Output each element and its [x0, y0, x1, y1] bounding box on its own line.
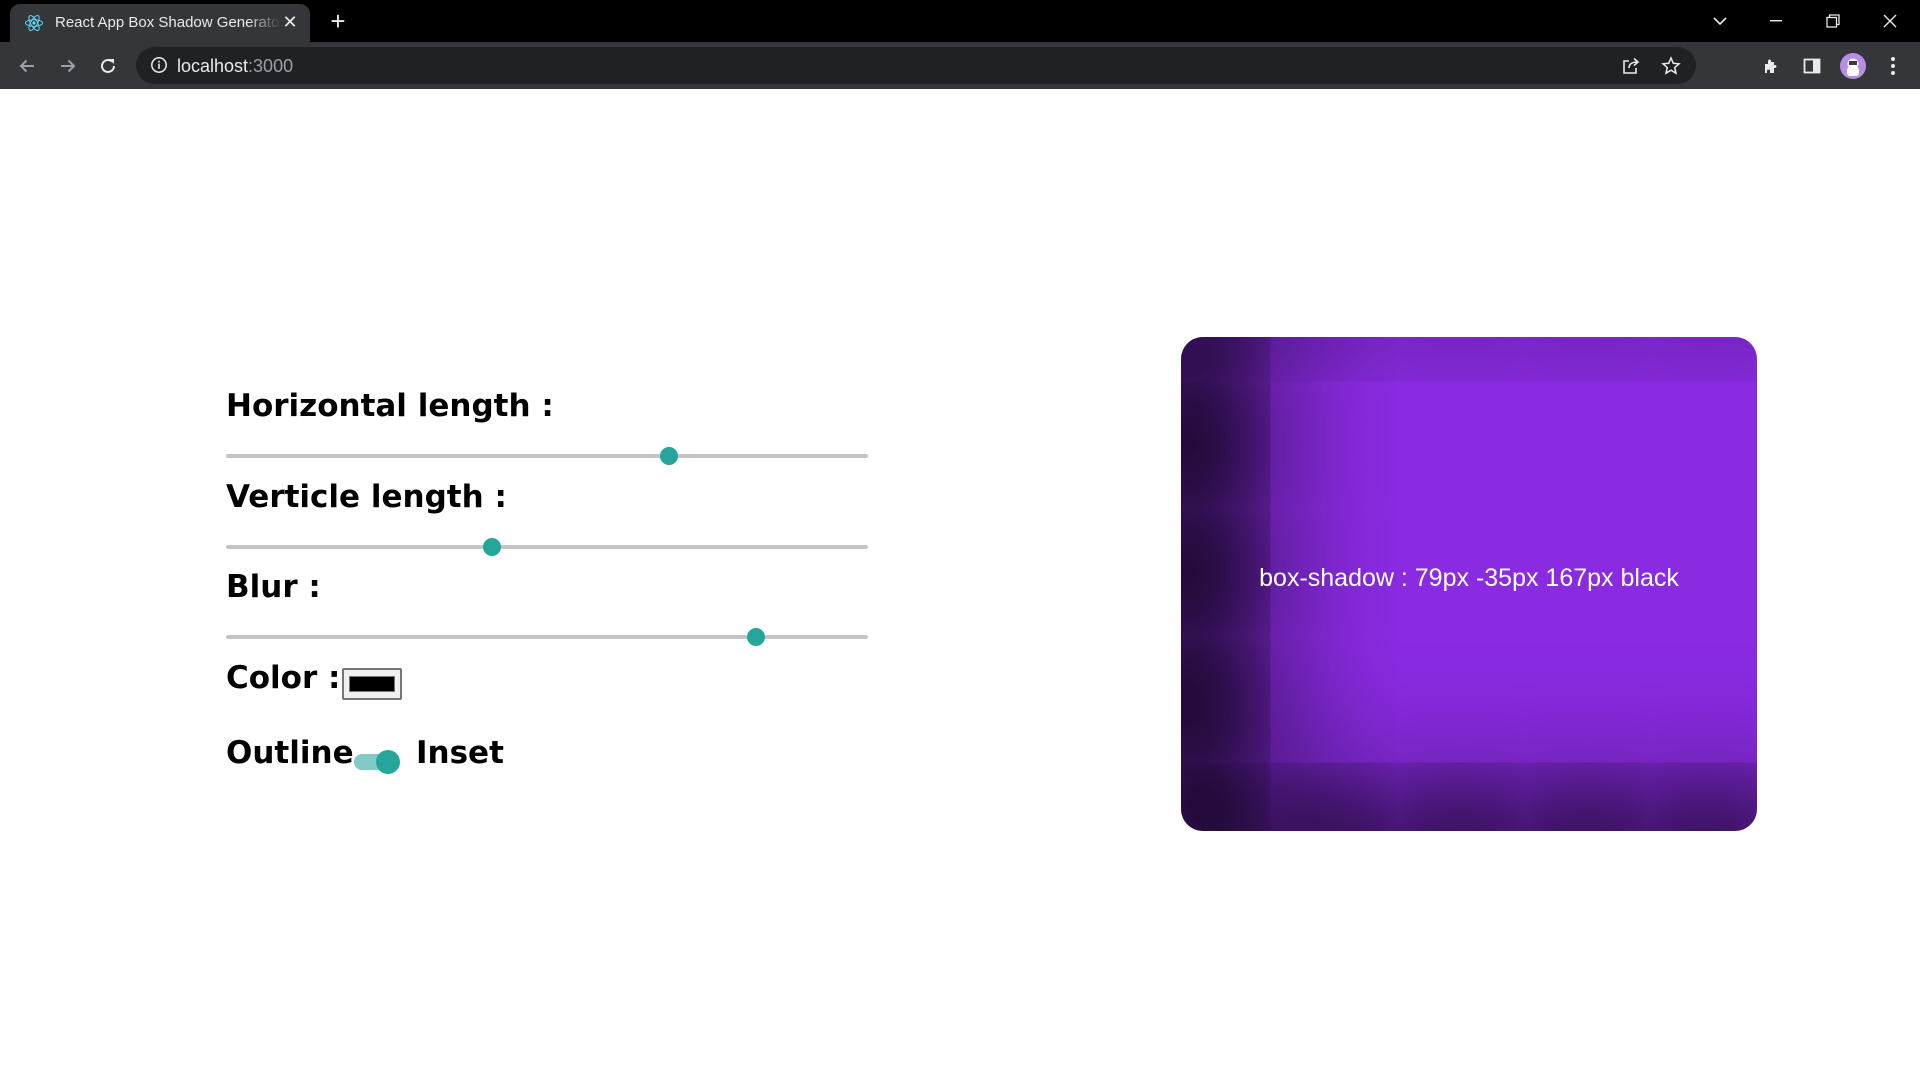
outline-label: Outline — [226, 735, 354, 771]
address-bar[interactable]: localhost:3000 — [136, 47, 1696, 84]
url-text[interactable]: localhost:3000 — [177, 56, 293, 77]
vertical-length-slider[interactable] — [226, 535, 868, 559]
react-icon — [25, 14, 43, 32]
browser-tab[interactable]: React App Box Shadow Generator ✕ — [10, 4, 310, 42]
browser-menu-icon[interactable] — [1881, 54, 1905, 78]
browser-tab-strip: React App Box Shadow Generator ✕ + — [0, 0, 1920, 42]
color-label: Color : — [226, 660, 341, 696]
extensions-icon[interactable] — [1760, 54, 1784, 78]
browser-toolbar: localhost:3000 — [0, 42, 1920, 89]
inset-label: Inset — [416, 735, 504, 771]
slider-rail — [226, 635, 868, 639]
tab-search-icon[interactable] — [1692, 0, 1748, 42]
back-arrow-icon[interactable] — [13, 52, 41, 80]
tab-title: React App Box Shadow Generator — [55, 14, 281, 31]
slider-thumb[interactable] — [746, 628, 765, 646]
shadow-color-picker[interactable] — [342, 668, 402, 700]
site-info-icon[interactable] — [150, 56, 168, 74]
close-tab-icon[interactable]: ✕ — [280, 13, 300, 33]
side-panel-icon[interactable] — [1800, 54, 1824, 78]
vertical-length-label: Verticle length : — [226, 479, 507, 515]
new-tab-button[interactable]: + — [324, 8, 352, 36]
reload-icon[interactable] — [94, 52, 122, 80]
minimize-icon[interactable] — [1748, 0, 1804, 42]
avatar-icon — [1847, 58, 1859, 76]
slider-rail — [226, 545, 868, 549]
horizontal-length-slider[interactable] — [226, 444, 868, 468]
shadow-preview-box: box-shadow : 79px -35px 167px black — [1181, 337, 1757, 831]
profile-avatar[interactable] — [1840, 53, 1866, 79]
horizontal-length-label: Horizontal length : — [226, 388, 554, 424]
restore-icon[interactable] — [1805, 0, 1861, 42]
box-shadow-css-text: box-shadow : 79px -35px 167px black — [1259, 563, 1679, 592]
slider-rail — [226, 454, 868, 458]
blur-label: Blur : — [226, 569, 321, 605]
inset-toggle-switch[interactable] — [352, 747, 404, 775]
url-host: localhost — [177, 56, 249, 76]
slider-thumb[interactable] — [659, 447, 678, 465]
slider-thumb[interactable] — [483, 538, 502, 556]
bookmark-star-icon[interactable] — [1660, 55, 1682, 77]
share-icon[interactable] — [1620, 55, 1642, 77]
forward-arrow-icon[interactable] — [54, 52, 82, 80]
switch-knob[interactable] — [376, 750, 400, 774]
close-window-icon[interactable] — [1862, 0, 1918, 42]
blur-slider[interactable] — [226, 625, 868, 649]
url-port: :3000 — [248, 56, 294, 76]
color-swatch-fill — [349, 676, 395, 692]
